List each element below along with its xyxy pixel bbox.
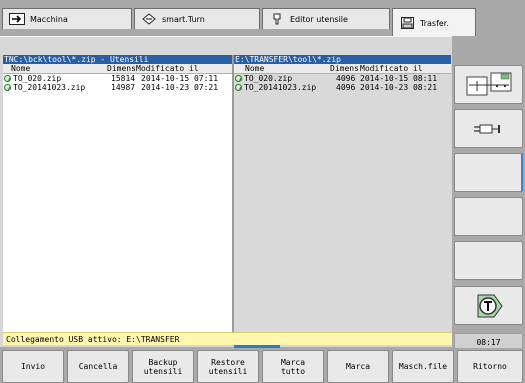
- file-size: 4096: [336, 83, 356, 92]
- tab-smart-turn[interactable]: smart.Turn: [134, 8, 260, 29]
- col-size[interactable]: Dimens: [330, 64, 359, 74]
- list-item[interactable]: TO_020.zip 4096 2014-10-15 08:11: [234, 74, 451, 83]
- left-column-header: Nome Dimens Modificato il: [3, 64, 232, 74]
- zip-file-icon: [235, 84, 242, 91]
- left-panel-path: TNC:\bck\tool\*.zip - Utensili: [3, 55, 232, 64]
- status-bar: Collegamento USB attivo: E:\TRANSFER: [3, 332, 452, 345]
- side-softkey-5[interactable]: [454, 241, 523, 280]
- tool-transfer-button[interactable]: [454, 286, 523, 325]
- marca-button[interactable]: Marca: [327, 350, 389, 383]
- file-size: 4096: [336, 74, 356, 83]
- file-date: 2014-10-15 07:11: [141, 74, 219, 83]
- cancella-button[interactable]: Cancella: [67, 350, 129, 383]
- file-name: TO_20141023.zip: [244, 83, 317, 92]
- right-file-panel[interactable]: E:\TRANSFER\tool\*.zip Nome Dimens Modif…: [232, 55, 451, 332]
- tab-label: Editor utensile: [290, 14, 348, 24]
- marca-tutto-button[interactable]: Marca tutto: [262, 350, 324, 383]
- tab-label: Macchina: [30, 14, 68, 24]
- restore-utensili-button[interactable]: Restore utensili: [197, 350, 259, 383]
- list-item[interactable]: TO_20141023.zip 14987 2014-10-23 07:21: [3, 83, 232, 92]
- tab-label: Trasfer.: [420, 18, 449, 28]
- file-size: 14987: [111, 83, 136, 92]
- list-item[interactable]: TO_020.zip 15814 2014-10-15 07:11: [3, 74, 232, 83]
- backup-utensili-button[interactable]: Backup utensili: [132, 350, 194, 383]
- usb-button[interactable]: [454, 109, 523, 148]
- masch-file-button[interactable]: Masch.file: [392, 350, 454, 383]
- zip-file-icon: [4, 75, 11, 82]
- tool-holder-icon: [269, 13, 285, 25]
- left-file-panel[interactable]: TNC:\bck\tool\*.zip - Utensili Nome Dime…: [3, 55, 232, 332]
- side-softkey-4[interactable]: [454, 197, 523, 236]
- diamond-arrows-icon: [141, 13, 157, 25]
- file-transfer-icon: [455, 66, 522, 103]
- tab-macchina[interactable]: Macchina: [2, 8, 132, 29]
- col-modified[interactable]: Modificato il: [136, 64, 199, 74]
- tab-editor-utensile[interactable]: Editor utensile: [262, 8, 390, 29]
- col-name[interactable]: Nome: [245, 64, 264, 74]
- list-item[interactable]: TO_20141023.zip 4096 2014-10-23 08:21: [234, 83, 451, 92]
- tab-label: smart.Turn: [162, 14, 205, 24]
- file-name: TO_020.zip: [13, 74, 62, 83]
- side-softkey-3[interactable]: [454, 153, 523, 192]
- tab-trasfer[interactable]: Trasfer.: [392, 8, 476, 37]
- file-name: TO_020.zip: [244, 74, 293, 83]
- file-date: 2014-10-23 08:21: [360, 83, 438, 92]
- file-date: 2014-10-15 08:11: [360, 74, 438, 83]
- invio-button[interactable]: Invio: [2, 350, 64, 383]
- ritorno-button[interactable]: Ritorno: [457, 350, 523, 383]
- arrow-right-icon: [9, 13, 25, 25]
- col-size[interactable]: Dimens: [107, 64, 136, 74]
- col-name[interactable]: Nome: [11, 64, 30, 74]
- zip-file-icon: [4, 84, 11, 91]
- tab-bar: Macchina smart.Turn Editor utensile Tras…: [0, 0, 525, 37]
- file-name: TO_20141023.zip: [13, 83, 86, 92]
- file-size: 15814: [111, 74, 136, 83]
- file-transfer-button[interactable]: [454, 65, 523, 104]
- col-modified[interactable]: Modificato il: [360, 64, 423, 74]
- right-column-header: Nome Dimens Modificato il: [234, 64, 451, 74]
- zip-file-icon: [235, 75, 242, 82]
- floppy-disk-icon: [399, 17, 415, 29]
- usb-plug-icon: [455, 110, 522, 147]
- right-panel-path: E:\TRANSFER\tool\*.zip: [234, 55, 451, 64]
- tool-transfer-icon: [455, 287, 522, 324]
- file-date: 2014-10-23 07:21: [141, 83, 219, 92]
